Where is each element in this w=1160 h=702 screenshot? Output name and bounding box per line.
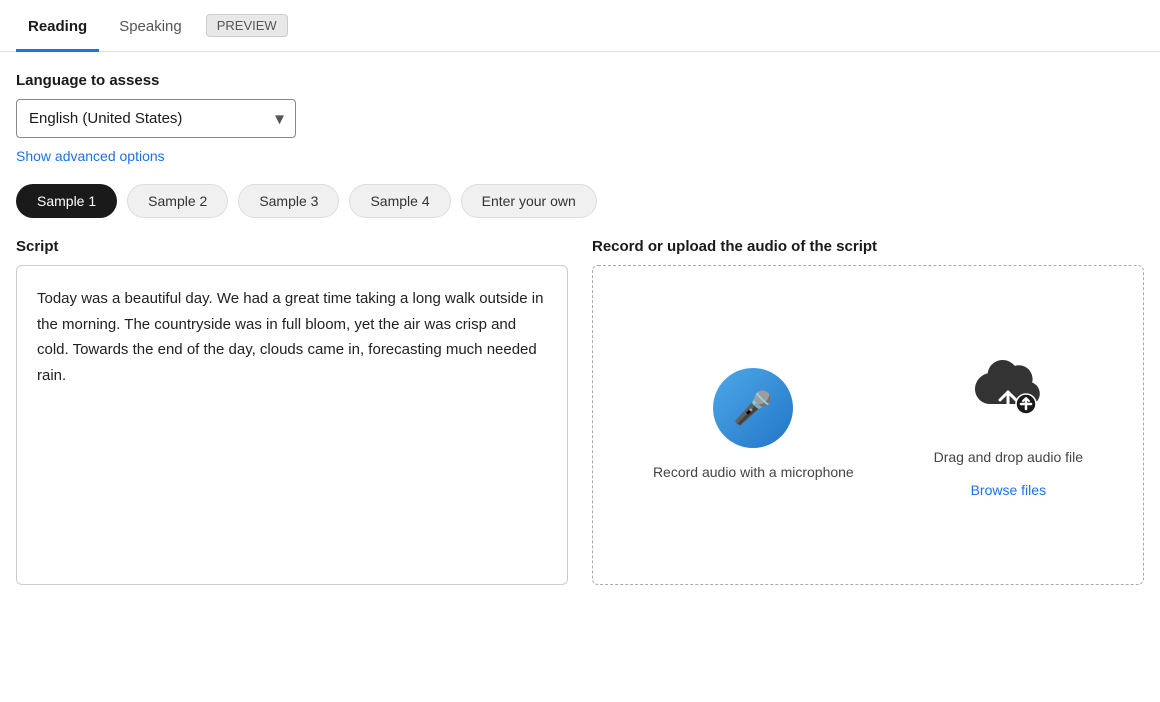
pill-enter-own[interactable]: Enter your own: [461, 184, 597, 218]
script-section: Script Today was a beautiful day. We had…: [16, 238, 568, 585]
audio-section: Record or upload the audio of the script…: [592, 238, 1144, 585]
tabs-bar: Reading Speaking PREVIEW: [0, 0, 1160, 52]
record-description: Record audio with a microphone: [653, 462, 854, 483]
microphone-button[interactable]: 🎤: [713, 368, 793, 448]
main-content: Language to assess English (United State…: [0, 52, 1160, 605]
pill-sample1[interactable]: Sample 1: [16, 184, 117, 218]
show-advanced-link[interactable]: Show advanced options: [16, 148, 165, 164]
main-layout: Script Today was a beautiful day. We had…: [16, 238, 1144, 585]
upload-description: Drag and drop audio file: [934, 447, 1083, 468]
preview-badge: PREVIEW: [206, 14, 288, 37]
cloud-upload-icon: [972, 358, 1044, 427]
audio-upload-box[interactable]: 🎤 Record audio with a microphone: [592, 265, 1144, 585]
language-select[interactable]: English (United States) English (United …: [16, 99, 296, 138]
upload-icon-wrap: [968, 353, 1048, 433]
script-label: Script: [16, 238, 568, 255]
language-label: Language to assess: [16, 72, 1144, 89]
upload-option[interactable]: Drag and drop audio file Browse files: [934, 353, 1083, 498]
script-text: Today was a beautiful day. We had a grea…: [16, 265, 568, 585]
language-select-wrapper: English (United States) English (United …: [16, 99, 296, 138]
pill-sample2[interactable]: Sample 2: [127, 184, 228, 218]
record-option[interactable]: 🎤 Record audio with a microphone: [653, 368, 854, 483]
sample-pills: Sample 1 Sample 2 Sample 3 Sample 4 Ente…: [16, 184, 1144, 218]
tab-speaking[interactable]: Speaking: [107, 0, 194, 52]
pill-sample4[interactable]: Sample 4: [349, 184, 450, 218]
tab-reading[interactable]: Reading: [16, 0, 99, 52]
microphone-icon: 🎤: [733, 389, 773, 427]
pill-sample3[interactable]: Sample 3: [238, 184, 339, 218]
audio-label: Record or upload the audio of the script: [592, 238, 1144, 255]
browse-files-link[interactable]: Browse files: [971, 482, 1046, 498]
